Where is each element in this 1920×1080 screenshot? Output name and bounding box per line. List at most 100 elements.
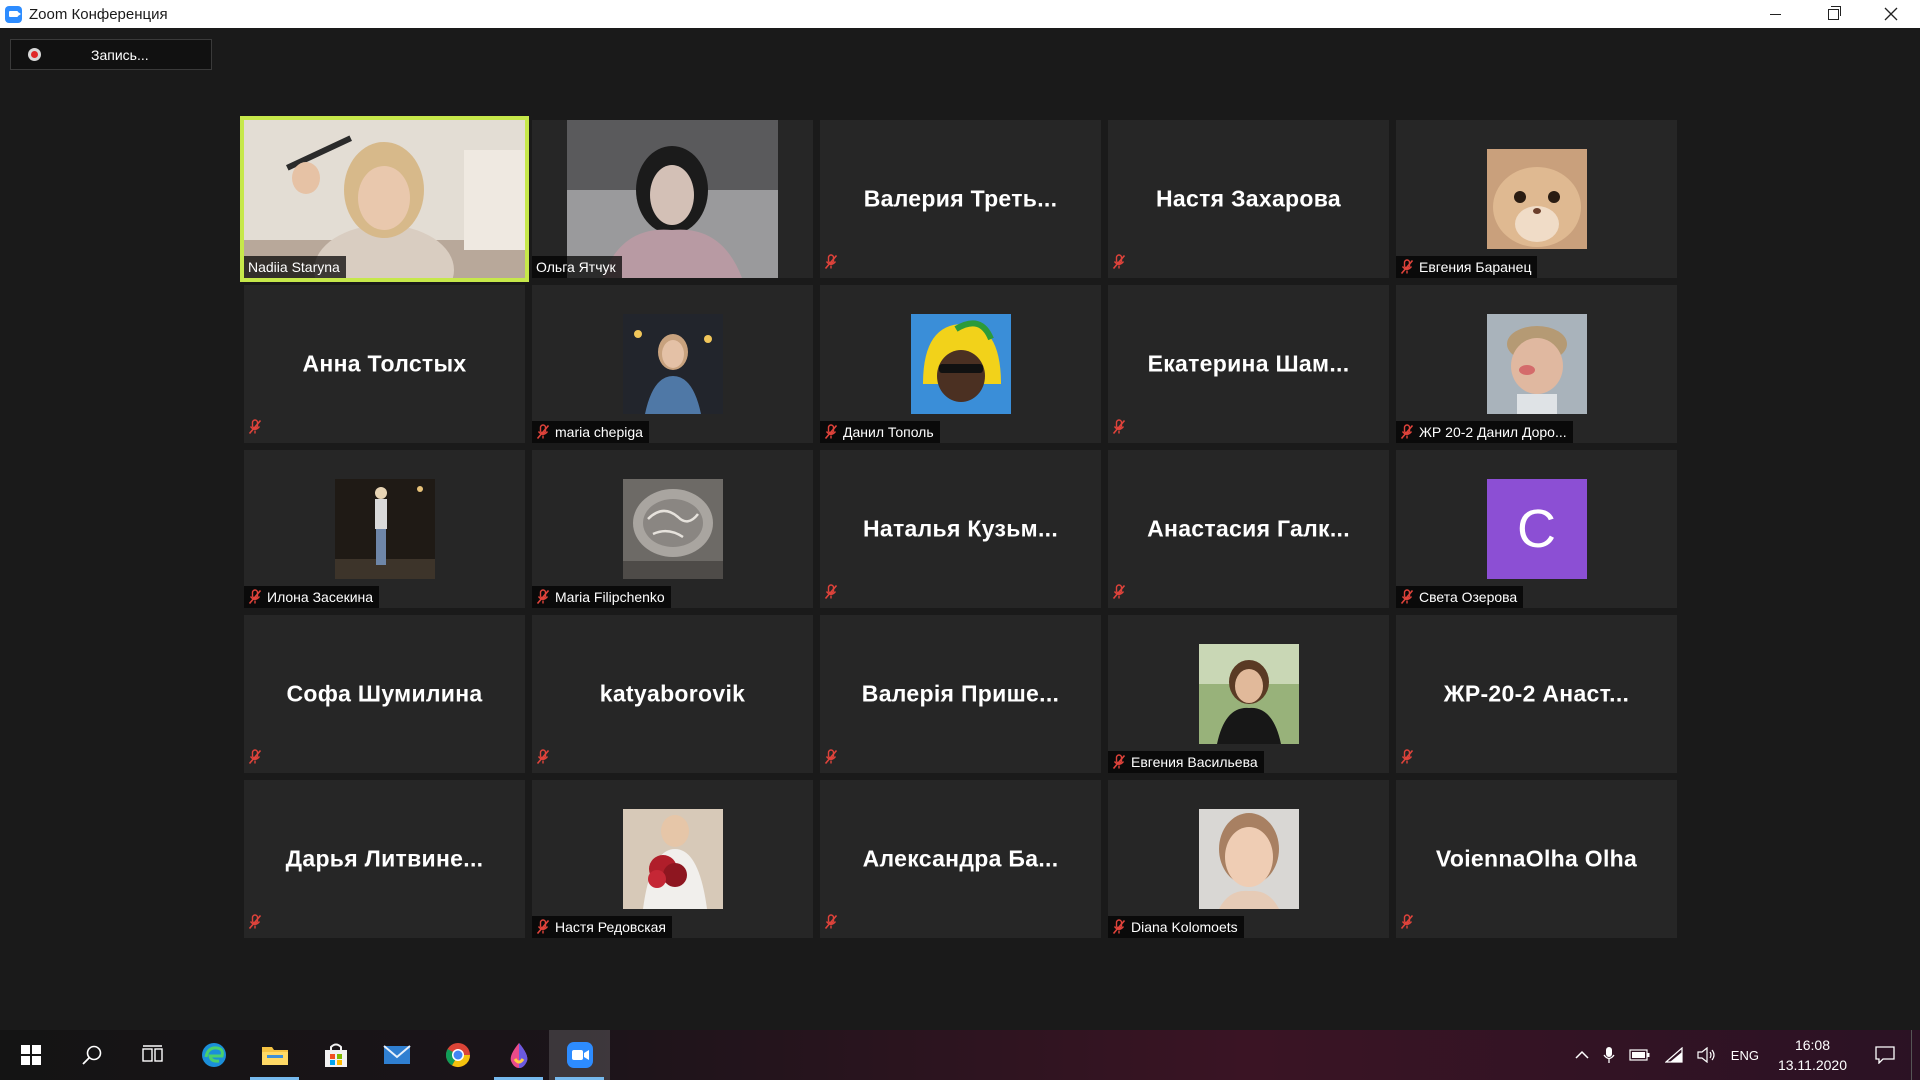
participant-tile[interactable]: VoiennaOlha Olha [1396,780,1677,938]
participant-avatar [1486,149,1587,249]
mic-muted-icon [1400,589,1414,605]
edge-button[interactable] [183,1030,244,1080]
task-view-button[interactable] [122,1030,183,1080]
mic-muted-icon [536,589,550,605]
participant-display-name: Анастасия Галк... [1147,515,1350,542]
participant-name: Diana Kolomoets [1131,919,1238,935]
clock[interactable]: 16:08 13.11.2020 [1766,1030,1859,1080]
mic-muted-icon [536,749,550,765]
wifi-tray-button[interactable] [1658,1030,1690,1080]
zoom-taskbar-button[interactable] [549,1030,610,1080]
participant-name-tag [248,419,262,440]
participant-name: Настя Редовская [555,919,667,935]
store-button[interactable] [305,1030,366,1080]
participant-tile[interactable]: Анастасия Галк... [1108,450,1389,608]
participant-tile[interactable]: Валерия Треть... [820,120,1101,278]
participant-tile[interactable]: maria chepiga [532,285,813,443]
participant-tile[interactable]: Валерія Прише... [820,615,1101,773]
system-tray: ENG 16:08 13.11.2020 [1568,1030,1920,1080]
mic-muted-icon [824,254,838,270]
participant-name-tag: Данил Тополь [820,421,940,443]
participant-name-tag [1400,914,1414,935]
chrome-button[interactable] [427,1030,488,1080]
participant-tile[interactable]: Дарья Литвине... [244,780,525,938]
zoom-app-icon [5,5,22,23]
participant-tile[interactable]: Diana Kolomoets [1108,780,1389,938]
mic-muted-icon [1400,749,1414,765]
participant-avatar [622,314,723,414]
participant-name-tag: maria chepiga [532,421,649,443]
mail-button[interactable] [366,1030,427,1080]
participant-avatar [1486,314,1587,414]
close-button[interactable] [1862,0,1920,28]
participant-tile[interactable]: Илона Засекина [244,450,525,608]
microphone-tray-button[interactable] [1596,1030,1622,1080]
show-hidden-icons-button[interactable] [1568,1030,1596,1080]
participant-display-name: Екатерина Шам... [1147,350,1350,377]
participant-video [244,120,525,278]
participant-tile[interactable]: Maria Filipchenko [532,450,813,608]
recording-indicator[interactable]: Запись... [10,39,212,70]
participant-display-name: Софа Шумилина [286,680,483,707]
participant-tile[interactable]: Анна Толстых [244,285,525,443]
minimize-icon [1769,13,1781,15]
show-desktop-button[interactable] [1911,1030,1920,1080]
mic-muted-icon [536,919,550,935]
participant-name-tag [824,914,838,935]
participant-name-tag: Евгения Васильева [1108,751,1264,773]
search-button[interactable] [61,1030,122,1080]
participant-name-tag: Diana Kolomoets [1108,916,1244,938]
paint-3d-button[interactable] [488,1030,549,1080]
participant-tile[interactable]: Наталья Кузьм... [820,450,1101,608]
participant-name: Илона Засекина [267,589,374,605]
participant-name-tag [248,749,262,770]
minimize-button[interactable] [1746,0,1804,28]
restore-icon [1827,5,1841,20]
letter-avatar: C [1486,479,1587,579]
mic-muted-icon [1400,259,1414,275]
start-button[interactable] [0,1030,61,1080]
battery-tray-button[interactable] [1622,1030,1658,1080]
zoom-icon [566,1042,593,1068]
window-title-bar[interactable]: Zoom Конференция [0,0,1920,28]
participant-tile[interactable]: Евгения Васильева [1108,615,1389,773]
participant-name-tag [248,914,262,935]
participant-name: Maria Filipchenko [555,589,665,605]
participant-name-tag [1400,749,1414,770]
mic-muted-icon [248,914,262,930]
participant-tile[interactable]: Екатерина Шам... [1108,285,1389,443]
file-explorer-button[interactable] [244,1030,305,1080]
mic-muted-icon [1112,254,1126,270]
mic-muted-icon [248,419,262,435]
participant-display-name: Анна Толстых [302,350,467,377]
participant-tile[interactable]: Александра Ба... [820,780,1101,938]
close-icon [1884,7,1898,21]
task-view-icon [141,1045,163,1062]
participant-tile[interactable]: Ольга Ятчук [532,120,813,278]
participant-tile[interactable]: Настя Редовская [532,780,813,938]
participant-name: Света Озерова [1419,589,1518,605]
mic-muted-icon [248,749,262,765]
store-bag-icon [324,1043,347,1067]
restore-button[interactable] [1804,0,1862,28]
participant-avatar [334,479,435,579]
participant-name-tag: Ольга Ятчук [532,256,622,278]
participant-name-tag: Настя Редовская [532,916,673,938]
participant-name-tag: Nadiia Staryna [244,256,346,278]
participant-tile[interactable]: ЖР-20-2 Анаст... [1396,615,1677,773]
participant-video [532,120,813,278]
participant-tile[interactable]: ЖР 20-2 Данил Доро... [1396,285,1677,443]
participant-tile[interactable]: C Света Озерова [1396,450,1677,608]
participant-tile[interactable]: Nadiia Staryna [240,116,529,282]
volume-tray-button[interactable] [1690,1030,1724,1080]
participant-tile[interactable]: Евгения Баранец [1396,120,1677,278]
action-center-button[interactable] [1859,1030,1911,1080]
mic-muted-icon [824,424,838,440]
participant-tile[interactable]: katyaborovik [532,615,813,773]
participant-avatar [910,314,1011,414]
participant-tile[interactable]: Настя Захарова [1108,120,1389,278]
participant-name: Евгения Баранец [1419,259,1532,275]
participant-tile[interactable]: Софа Шумилина [244,615,525,773]
language-indicator[interactable]: ENG [1724,1030,1766,1080]
participant-tile[interactable]: Данил Тополь [820,285,1101,443]
